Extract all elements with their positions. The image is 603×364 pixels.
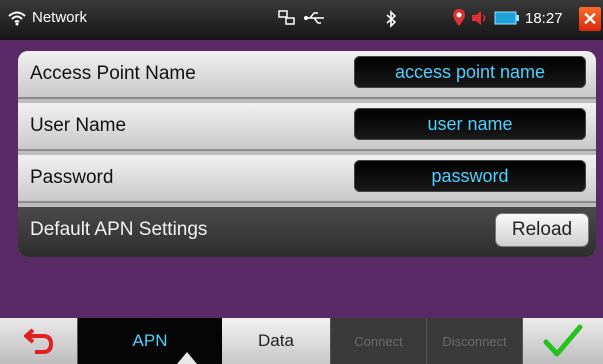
disconnect-button[interactable]: Disconnect [426,318,522,364]
tab-apn[interactable]: APN [78,318,222,364]
window-title: Network [32,9,88,26]
apn-settings-panel: Access Point Name access point name User… [18,51,596,257]
close-icon[interactable]: ✕ [579,7,601,31]
status-middle [278,10,326,26]
back-arrow-icon [23,328,53,354]
reload-button[interactable]: Reload [496,214,588,246]
status-right: 18:27 [452,8,563,28]
back-button[interactable] [0,318,78,364]
password-input[interactable]: password [354,160,586,192]
password-label: Password [30,167,114,188]
status-left: Network [8,9,87,26]
row-password: Password password [18,155,596,203]
row-default-apn: Default APN Settings Reload [18,207,596,257]
confirm-button[interactable] [522,318,603,364]
bluetooth-icon [386,10,397,28]
apn-input[interactable]: access point name [354,56,586,88]
battery-icon [494,11,519,25]
user-name-label: User Name [30,115,127,136]
volume-icon [472,11,486,25]
tab-data[interactable]: Data [222,318,330,364]
checkmark-icon [543,324,583,357]
clock: 18:27 [525,9,563,27]
bottom-toolbar: APN Data Connect Disconnect [0,318,603,364]
tab-indicator-icon [177,352,197,364]
apn-label: Access Point Name [30,63,196,84]
row-access-point-name: Access Point Name access point name [18,51,596,99]
usb-icon [304,12,324,24]
row-user-name: User Name user name [18,103,596,151]
status-bluetooth [385,10,397,33]
default-apn-label: Default APN Settings [30,219,208,240]
gps-icon [453,9,465,26]
wifi-icon [8,11,26,25]
status-bar: Network 18:27 ✕ [0,0,603,40]
connect-button[interactable]: Connect [330,318,426,364]
user-name-input[interactable]: user name [354,108,586,140]
network-share-icon [278,10,295,25]
